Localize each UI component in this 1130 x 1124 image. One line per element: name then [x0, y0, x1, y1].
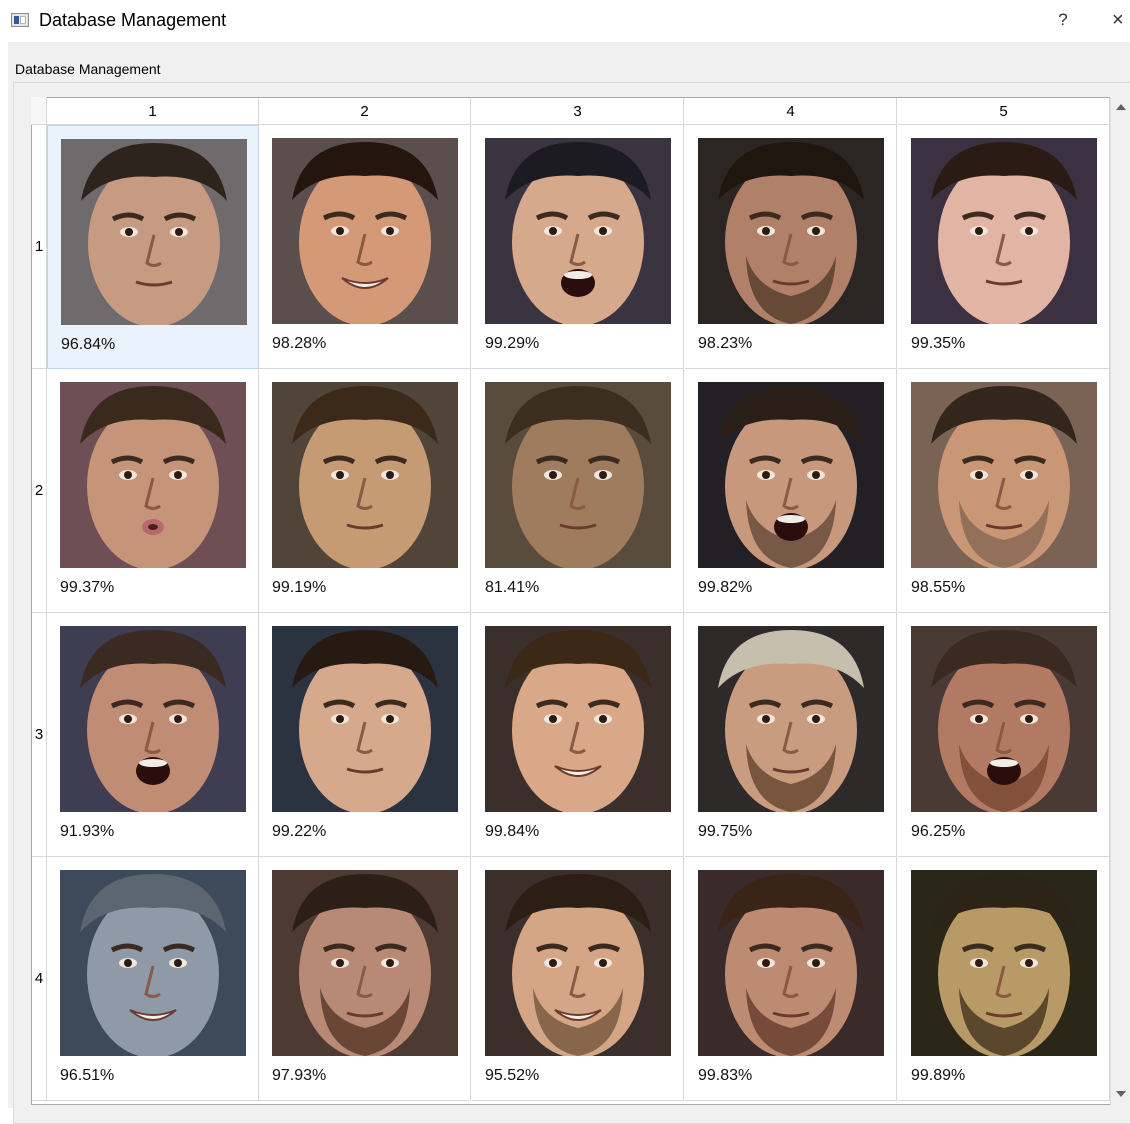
face-thumbnail — [485, 382, 671, 568]
match-score: 95.52% — [485, 1067, 540, 1084]
match-score: 96.51% — [60, 1067, 115, 1084]
match-score: 99.22% — [272, 823, 327, 840]
match-score: 98.55% — [911, 579, 966, 596]
face-cell[interactable]: 91.93% — [47, 613, 259, 857]
app-window-icon — [11, 13, 29, 27]
face-thumbnail — [61, 139, 247, 325]
column-header-2[interactable]: 2 — [259, 98, 471, 125]
window-title: Database Management — [39, 10, 227, 30]
face-thumbnail — [698, 382, 884, 568]
column-header-3[interactable]: 3 — [472, 98, 684, 125]
face-thumbnail — [272, 138, 458, 324]
face-cell[interactable]: 99.35% — [898, 125, 1110, 369]
face-cell[interactable]: 81.41% — [472, 369, 684, 613]
face-cell[interactable]: 99.83% — [685, 857, 897, 1101]
face-thumbnail — [911, 138, 1097, 324]
face-thumbnail — [698, 870, 884, 1056]
scroll-up-icon[interactable] — [1111, 97, 1130, 117]
face-cell[interactable]: 96.25% — [898, 613, 1110, 857]
scroll-down-icon[interactable] — [1111, 1085, 1130, 1105]
face-cell[interactable]: 99.82% — [685, 369, 897, 613]
face-thumbnail — [60, 382, 246, 568]
match-score: 99.19% — [272, 579, 327, 596]
vertical-scrollbar[interactable] — [1110, 97, 1130, 1105]
match-score: 99.75% — [698, 823, 753, 840]
face-cell[interactable]: 96.51% — [47, 857, 259, 1101]
face-thumbnail — [485, 870, 671, 1056]
column-header-1[interactable]: 1 — [47, 98, 259, 125]
match-score: 98.28% — [272, 335, 327, 352]
match-score: 99.82% — [698, 579, 753, 596]
face-thumbnail — [911, 870, 1097, 1056]
face-thumbnail — [698, 138, 884, 324]
face-cell[interactable]: 99.19% — [259, 369, 471, 613]
match-score: 99.84% — [485, 823, 540, 840]
face-cell[interactable]: 99.29% — [472, 125, 684, 369]
face-thumbnail — [272, 626, 458, 812]
face-cell[interactable]: 99.89% — [898, 857, 1110, 1101]
face-cell[interactable]: 99.75% — [685, 613, 897, 857]
face-thumbnail — [272, 382, 458, 568]
match-score: 96.84% — [61, 336, 116, 353]
match-score: 91.93% — [60, 823, 115, 840]
match-score: 99.35% — [911, 335, 966, 352]
face-cell[interactable]: 98.55% — [898, 369, 1110, 613]
help-button[interactable]: ? — [1052, 7, 1074, 33]
face-cell[interactable]: 99.84% — [472, 613, 684, 857]
match-score: 81.41% — [485, 579, 540, 596]
face-thumbnail — [911, 382, 1097, 568]
face-cell[interactable]: 99.22% — [259, 613, 471, 857]
face-cell[interactable]: 98.28% — [259, 125, 471, 369]
row-header-2[interactable]: 2 — [32, 369, 47, 613]
face-cell[interactable]: 95.52% — [472, 857, 684, 1101]
face-cell[interactable]: 99.37% — [47, 369, 259, 613]
face-thumbnail — [272, 870, 458, 1056]
match-score: 97.93% — [272, 1067, 327, 1084]
match-score: 99.29% — [485, 335, 540, 352]
face-thumbnail — [485, 626, 671, 812]
match-score: 99.37% — [60, 579, 115, 596]
face-thumbnail — [60, 626, 246, 812]
face-thumbnail — [911, 626, 1097, 812]
column-header-5[interactable]: 5 — [898, 98, 1110, 125]
face-cell[interactable]: 97.93% — [259, 857, 471, 1101]
face-cell[interactable]: 98.23% — [685, 125, 897, 369]
match-score: 98.23% — [698, 335, 753, 352]
face-thumbnail — [485, 138, 671, 324]
group-box-title: Database Management — [15, 61, 161, 77]
close-button[interactable]: × — [1112, 7, 1130, 33]
table-corner-button[interactable] — [31, 97, 47, 125]
row-header-4[interactable]: 4 — [32, 857, 47, 1101]
column-header-4[interactable]: 4 — [685, 98, 897, 125]
row-header-3[interactable]: 3 — [32, 613, 47, 857]
title-bar: Database Management ? × — [0, 0, 1130, 42]
match-score: 96.25% — [911, 823, 966, 840]
face-thumbnail — [60, 870, 246, 1056]
face-thumbnail — [698, 626, 884, 812]
scrollbar-thumb[interactable] — [1113, 118, 1128, 888]
match-score: 99.83% — [698, 1067, 753, 1084]
face-cell[interactable]: 96.84% — [47, 125, 259, 369]
match-score: 99.89% — [911, 1067, 966, 1084]
row-header-1[interactable]: 1 — [32, 125, 47, 369]
